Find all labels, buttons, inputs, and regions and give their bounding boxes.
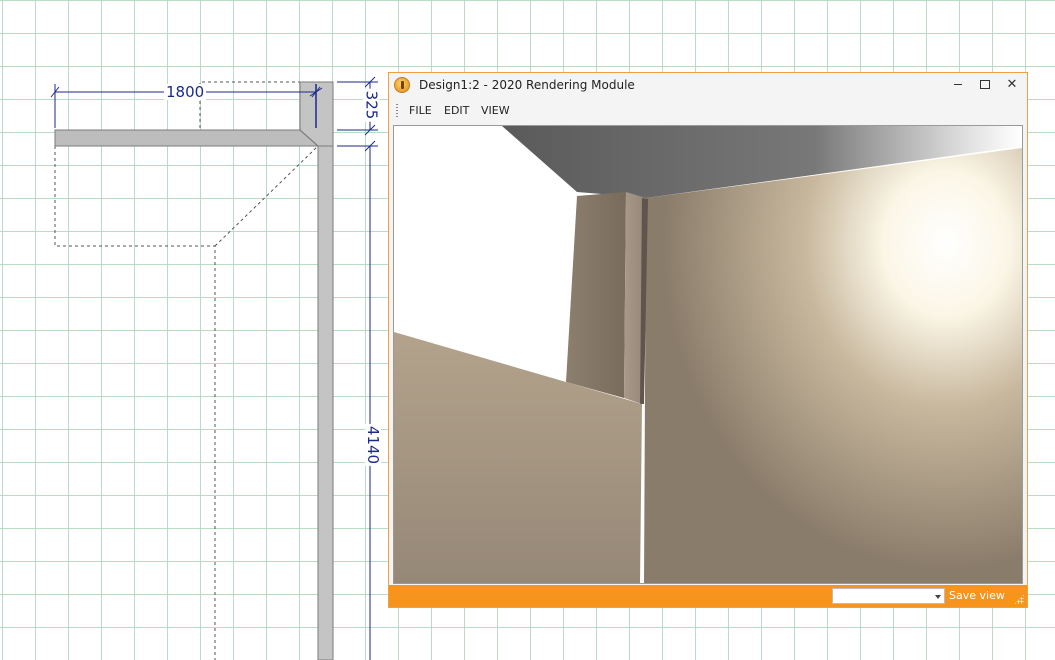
rendering-module-window[interactable]: Design1:2 - 2020 Rendering Module ✕ FILE… [388, 72, 1028, 608]
maximize-icon [980, 80, 990, 89]
menu-file[interactable]: FILE [406, 104, 435, 117]
close-icon: ✕ [1006, 77, 1018, 92]
save-view-button[interactable]: Save view [949, 589, 1005, 602]
3d-scene [394, 126, 1022, 583]
window-title: Design1:2 - 2020 Rendering Module [419, 78, 635, 92]
wall-vertical[interactable] [317, 145, 334, 660]
render-wall-right [644, 148, 1022, 583]
menu-bar: FILE EDIT VIEW [389, 100, 1027, 122]
saved-view-select[interactable] [832, 588, 945, 604]
minimize-icon [954, 84, 962, 85]
toolbar-grip-icon[interactable] [396, 104, 398, 118]
wall-horizontal[interactable] [54, 129, 320, 147]
window-titlebar[interactable]: Design1:2 - 2020 Rendering Module ✕ [389, 73, 1027, 99]
chevron-down-icon [935, 595, 941, 599]
maximize-button[interactable] [972, 75, 998, 95]
dimension-label-325[interactable]: 325 [362, 88, 380, 122]
status-bar: Save view [389, 585, 1027, 607]
dimension-line-length [337, 140, 378, 660]
app-logo-icon [394, 77, 410, 93]
minimize-button[interactable] [945, 75, 971, 95]
close-button[interactable]: ✕ [999, 75, 1025, 95]
cabinet-outline-dashed [54, 81, 319, 660]
menu-edit[interactable]: EDIT [441, 104, 472, 117]
resize-grip-icon[interactable] [1014, 594, 1024, 604]
3d-render-viewport[interactable] [393, 125, 1023, 584]
dimension-label-4140[interactable]: 4140 [364, 423, 382, 467]
menu-view[interactable]: VIEW [478, 104, 513, 117]
dimension-label-1800[interactable]: 1800 [164, 84, 207, 100]
